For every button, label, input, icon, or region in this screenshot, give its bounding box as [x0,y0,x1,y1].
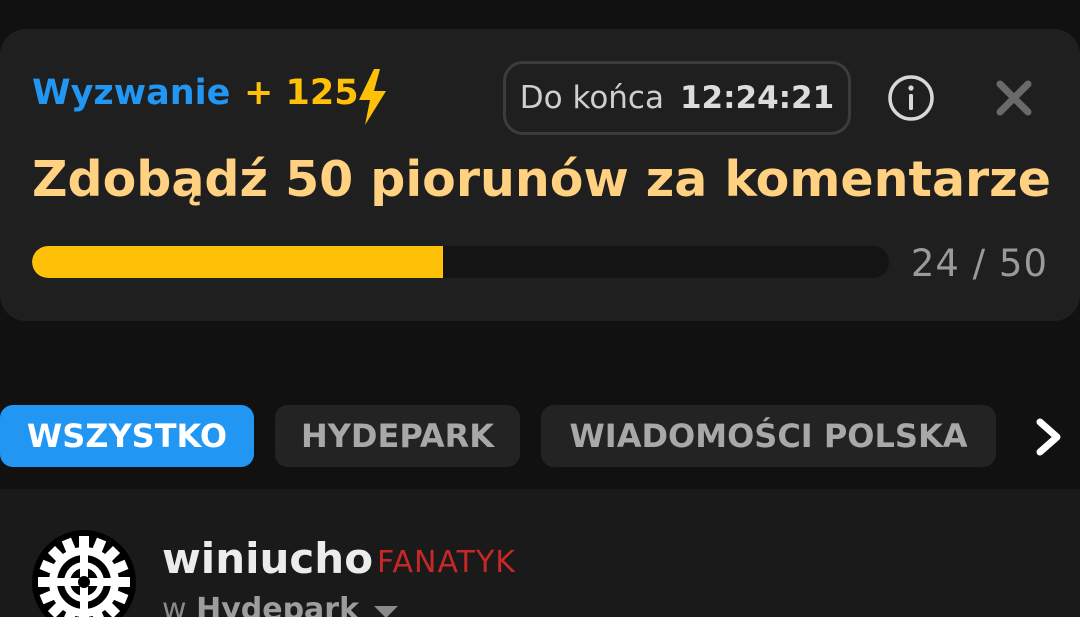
challenge-title: Zdobądź 50 piorunów za komentarze [32,151,1051,208]
caret-down-icon[interactable] [372,604,400,617]
chevron-right-icon[interactable] [1030,417,1066,457]
post-source: w Hydepark [162,592,359,617]
progress-text: 24 / 50 [910,242,1048,285]
post-username[interactable]: winiucho [162,534,373,583]
user-rank-badge: FANATYK [377,545,516,580]
page: Wyzwanie + 125 Do końca 12:24:21 Zdobądź… [0,0,1080,617]
post-channel-link[interactable]: Hydepark [196,592,359,617]
filter-chip-all[interactable]: WSZYSTKO [0,405,254,467]
timer-value: 12:24:21 [679,80,835,116]
post-source-prefix: w [162,592,187,617]
countdown-timer: Do końca 12:24:21 [503,61,851,135]
challenge-label: Wyzwanie [32,73,231,113]
progress-fill [32,246,444,278]
info-icon[interactable] [887,74,935,122]
progress-bar [32,246,889,278]
bolt-icon [359,69,386,125]
filter-chip-wiadomosci-polska[interactable]: WIADOMOŚCI POLSKA [541,405,996,467]
challenge-points: + 125 [244,73,359,113]
timer-label: Do końca [519,80,664,116]
close-icon[interactable] [996,80,1032,116]
filter-chip-hydepark[interactable]: HYDEPARK [275,405,520,467]
